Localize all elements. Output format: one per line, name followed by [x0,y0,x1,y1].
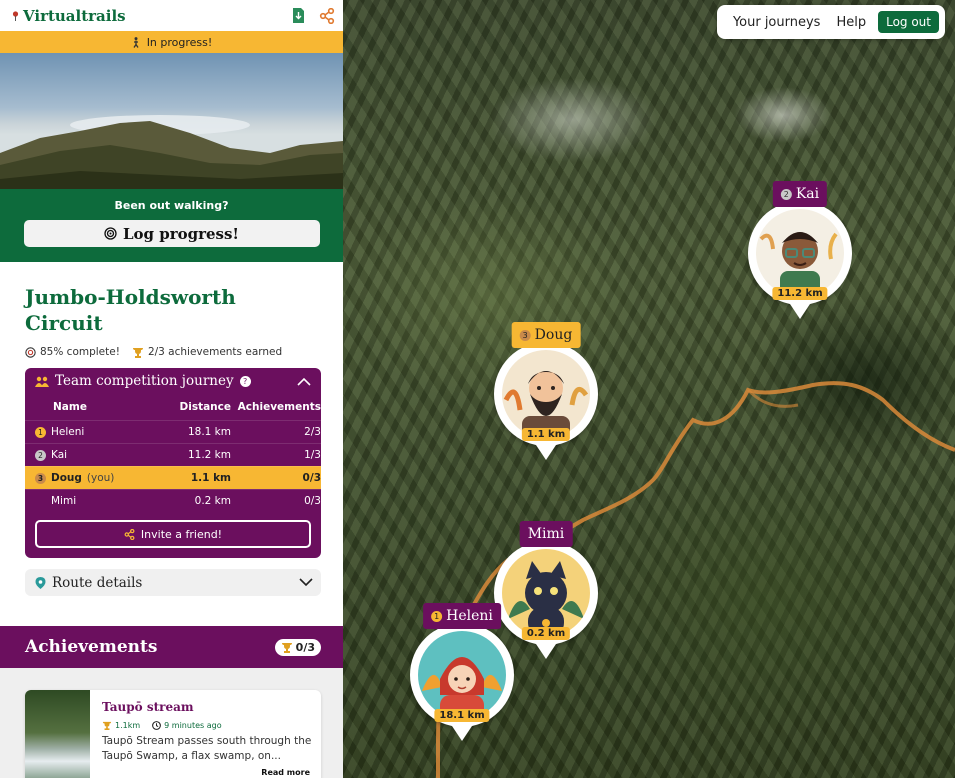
marker-distance: 0.2 km [521,627,571,640]
column-distance: Distance [179,401,232,413]
trophy-icon [281,642,292,653]
member-name: Heleni [51,426,85,438]
marker-label: 3 Doug [511,322,581,348]
app-name: Virtualtrails [23,6,126,25]
marker-label: 2 Kai [772,181,828,207]
trophy-icon [102,721,112,730]
route-details-toggle[interactable]: Route details [25,569,321,596]
team-icon [35,376,49,387]
status-strip: In progress! [0,31,343,53]
invite-friend-button[interactable]: Invite a friend! [35,520,311,548]
team-table-header: Name Distance Achievements [25,394,321,420]
achievement-thumbnail [25,690,90,778]
logout-button[interactable]: Log out [878,11,939,33]
share-icon[interactable] [319,7,335,24]
member-achievements: 0/3 [304,495,321,507]
invite-label: Invite a friend! [140,527,223,541]
achievements-header: Achievements 0/3 [0,626,343,668]
member-achievements: 1/3 [304,449,321,461]
table-row: Mimi 0.2 km 0/3 [25,489,321,512]
achievement-meta: 1.1km 9 minutes ago [102,721,222,730]
member-distance: 11.2 km [187,449,231,461]
marker-distance: 1.1 km [521,428,571,441]
mimi-avatar [502,549,590,637]
nav-your-journeys[interactable]: Your journeys [727,15,827,30]
marker-label: Mimi [519,521,573,547]
marker-name: Kai [795,186,820,202]
marker-name: Mimi [527,526,565,542]
top-nav: Your journeys Help Log out [716,5,945,39]
log-progress-button[interactable]: Log progress! [23,220,320,247]
rank-badge: 2 [35,449,46,461]
doug-avatar [502,350,590,438]
chevron-down-icon [299,578,313,587]
achievement-description: Taupō Stream passes south through the Ta… [102,735,312,762]
help-icon[interactable]: ? [239,375,251,387]
member-achievements: 0/3 [302,472,321,484]
member-name: Doug [51,472,82,484]
table-row: 1 Heleni 18.1 km 2/3 [25,420,321,443]
column-name: Name [53,401,87,413]
achievements-title: Achievements [25,637,158,657]
sidebar: Virtualtrails In progress! Been out walk… [0,0,343,778]
rank-badge: 1 [431,610,443,622]
read-more-link[interactable]: Read more [261,768,310,777]
member-distance: 1.1 km [190,472,231,484]
marker-name: Heleni [446,608,493,624]
table-row-current-user: 3 Doug (you) 1.1 km 0/3 [25,466,321,489]
team-competition-panel: Team competition journey ? Name Distance… [25,368,321,558]
member-distance: 18.1 km [187,426,231,438]
kai-avatar [756,209,844,297]
achievement-title: Taupō stream [102,700,194,714]
terrain-map[interactable]: 2 Kai 11.2 km 3 Doug 1.1 km Mimi 0.2 km … [343,0,955,778]
achievement-time: 9 minutes ago [164,721,222,730]
route-details-label: Route details [52,574,143,591]
achievement-card[interactable]: Taupō stream 1.1km 9 minutes ago Taupō S… [25,690,321,778]
hiker-icon [133,36,139,48]
rank-badge: 3 [519,329,531,341]
target-icon [104,227,117,240]
table-row: 2 Kai 11.2 km 1/3 [25,443,321,466]
target-icon [25,346,36,358]
hero-image [0,53,343,189]
completion-text: 85% complete! [40,346,120,358]
trophy-icon [132,347,143,358]
app-logo[interactable]: Virtualtrails [12,7,126,25]
map-pin-icon [12,10,19,21]
member-achievements: 2/3 [304,426,321,438]
achievement-distance: 1.1km [115,721,141,730]
journey-title: Jumbo-Holdsworth Circuit [25,285,236,335]
log-progress-panel: Been out walking? Log progress! [0,189,343,262]
rank-badge: 3 [35,472,46,484]
nav-help[interactable]: Help [830,15,872,30]
rank-badge: 2 [780,188,792,200]
achievements-earned-text: 2/3 achievements earned [147,346,283,358]
member-distance: 0.2 km [194,495,231,507]
download-icon[interactable] [292,7,305,24]
chevron-up-icon[interactable] [297,377,311,386]
member-name: Kai [51,449,68,461]
share-icon [124,528,135,540]
you-label: (you) [86,472,115,484]
achievements-count-badge: 0/3 [274,638,321,656]
achievements-section: Achievements 0/3 Taupō stream 1.1km 9 mi… [0,626,343,778]
member-name: Mimi [51,495,77,507]
log-progress-label: Log progress! [122,224,240,243]
clock-icon [152,721,162,730]
team-panel-title: Team competition journey [55,373,234,389]
map-pin-icon [35,576,46,589]
team-panel-header[interactable]: Team competition journey ? [25,368,321,394]
log-question: Been out walking? [114,199,229,212]
rank-badge: 1 [35,426,46,438]
marker-label: 1 Heleni [423,603,501,629]
column-achievements: Achievements [237,401,321,413]
heleni-avatar [418,631,506,719]
marker-distance: 11.2 km [772,287,828,300]
sidebar-header: Virtualtrails [0,0,343,31]
marker-name: Doug [534,327,573,343]
status-text: In progress! [146,35,213,49]
marker-distance: 18.1 km [434,709,490,722]
achievements-count: 0/3 [295,640,315,654]
journey-stats: 85% complete! 2/3 achievements earned [0,336,343,358]
